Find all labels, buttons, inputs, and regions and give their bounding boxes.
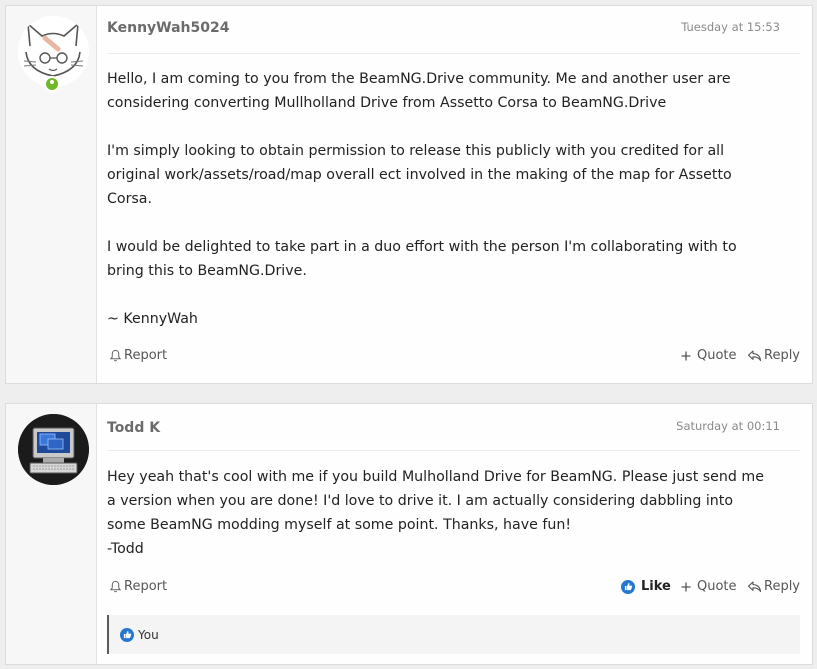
bell-icon bbox=[109, 349, 122, 362]
reply-icon bbox=[747, 581, 762, 593]
divider bbox=[107, 53, 800, 54]
post-main: KennyWah5024 Tuesday at 15:53 Hello, I a… bbox=[107, 6, 800, 383]
quote-button[interactable]: Quote bbox=[680, 579, 737, 594]
report-button[interactable]: Report bbox=[109, 348, 167, 363]
thumbs-up-icon bbox=[621, 579, 635, 594]
divider bbox=[107, 450, 800, 451]
plus-icon bbox=[681, 582, 691, 591]
bell-icon bbox=[109, 580, 122, 593]
post-paragraph: Hey yeah that's cool with me if you buil… bbox=[107, 469, 764, 557]
post-timestamp[interactable]: Saturday at 00:11 bbox=[676, 419, 780, 433]
user-column bbox=[6, 404, 97, 664]
user-column bbox=[6, 6, 97, 383]
post-body: Hello, I am coming to you from the BeamN… bbox=[107, 67, 800, 331]
post-body: Hey yeah that's cool with me if you buil… bbox=[107, 465, 800, 561]
post-main: Todd K Saturday at 00:11 Hey yeah that's… bbox=[107, 404, 800, 664]
report-label: Report bbox=[124, 348, 168, 363]
reply-button[interactable]: Reply bbox=[747, 348, 800, 363]
report-label: Report bbox=[124, 579, 168, 594]
reply-label: Reply bbox=[764, 348, 801, 363]
post-paragraph: I would be delighted to take part in a d… bbox=[107, 239, 737, 279]
message-post: Todd K Saturday at 00:11 Hey yeah that's… bbox=[5, 403, 813, 665]
username[interactable]: Todd K bbox=[107, 420, 160, 436]
reply-icon bbox=[747, 350, 762, 362]
likes-summary[interactable]: You bbox=[107, 615, 800, 654]
like-button[interactable]: Like bbox=[621, 579, 671, 594]
plus-icon bbox=[681, 351, 691, 360]
message-post: KennyWah5024 Tuesday at 15:53 Hello, I a… bbox=[5, 5, 813, 384]
online-status-icon bbox=[44, 76, 60, 92]
post-paragraph: Hello, I am coming to you from the BeamN… bbox=[107, 71, 731, 111]
username[interactable]: KennyWah5024 bbox=[107, 20, 229, 36]
quote-label: Quote bbox=[697, 348, 737, 363]
reply-label: Reply bbox=[764, 579, 801, 594]
like-label: Like bbox=[641, 579, 671, 594]
retro-computer-avatar-icon bbox=[18, 414, 89, 485]
post-paragraph: ~ KennyWah bbox=[107, 311, 198, 327]
report-button[interactable]: Report bbox=[109, 579, 167, 594]
likes-label: You bbox=[138, 627, 159, 642]
quote-button[interactable]: Quote bbox=[680, 348, 737, 363]
quote-label: Quote bbox=[697, 579, 737, 594]
thumbs-up-icon bbox=[120, 627, 134, 642]
user-avatar[interactable] bbox=[18, 414, 89, 485]
post-timestamp[interactable]: Tuesday at 15:53 bbox=[681, 20, 780, 34]
post-paragraph: I'm simply looking to obtain permission … bbox=[107, 143, 732, 207]
reply-button[interactable]: Reply bbox=[747, 579, 800, 594]
